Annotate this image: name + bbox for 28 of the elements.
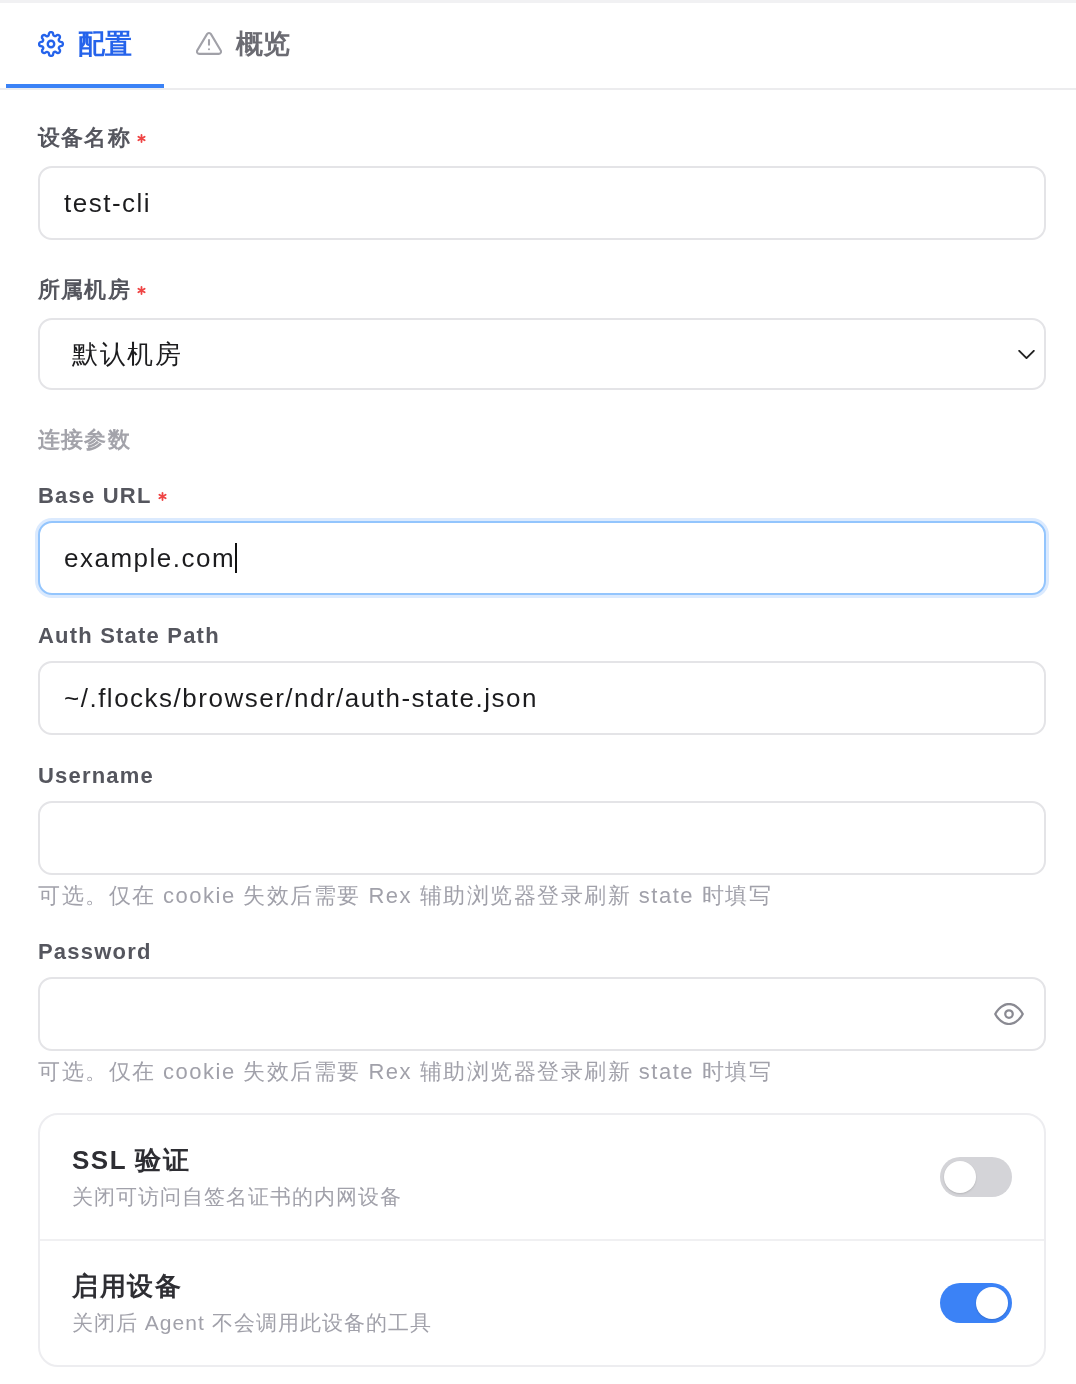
field-label: Base URL (38, 482, 152, 510)
select-dropdown[interactable]: 默认机房 (38, 318, 1046, 390)
field-hint: 可选。仅在 cookie 失效后需要 Rex 辅助浏览器登录刷新 state 时填写 (38, 882, 774, 910)
setting-title: 启用设备 (72, 1270, 182, 1303)
toggle-switch[interactable] (940, 1157, 1012, 1197)
section-heading: 连接参数 (38, 426, 132, 454)
warning-icon (196, 32, 222, 55)
text-input[interactable]: ~/.flocks/browser/ndr/auth-state.json (38, 661, 1046, 735)
setting-title: SSL 验证 (72, 1144, 191, 1177)
setting-description: 关闭可访问自签名证书的内网设备 (72, 1184, 402, 1210)
text-cursor-icon (235, 543, 238, 573)
tab[interactable]: 配置 (6, 3, 164, 88)
text-input[interactable] (38, 801, 1046, 875)
field-label: 设备名称 (38, 124, 131, 152)
field-label: Password (38, 938, 152, 966)
setting-description: 关闭后 Agent 不会调用此设备的工具 (72, 1310, 432, 1336)
field-label: 所属机房 (38, 276, 131, 304)
tab[interactable]: 概览 (164, 3, 322, 88)
field-label: Auth State Path (38, 622, 220, 650)
field-hint: 可选。仅在 cookie 失效后需要 Rex 辅助浏览器登录刷新 state 时填写 (38, 1058, 774, 1086)
text-input[interactable]: test-cli (38, 166, 1046, 240)
toggle-switch[interactable] (940, 1283, 1012, 1323)
password-input[interactable] (38, 977, 1046, 1051)
field-label: Username (38, 762, 154, 790)
eye-icon[interactable] (994, 1003, 1024, 1025)
chevron-down-icon (1018, 349, 1035, 359)
gear-icon (38, 30, 64, 57)
text-input[interactable]: example.com (38, 521, 1046, 595)
